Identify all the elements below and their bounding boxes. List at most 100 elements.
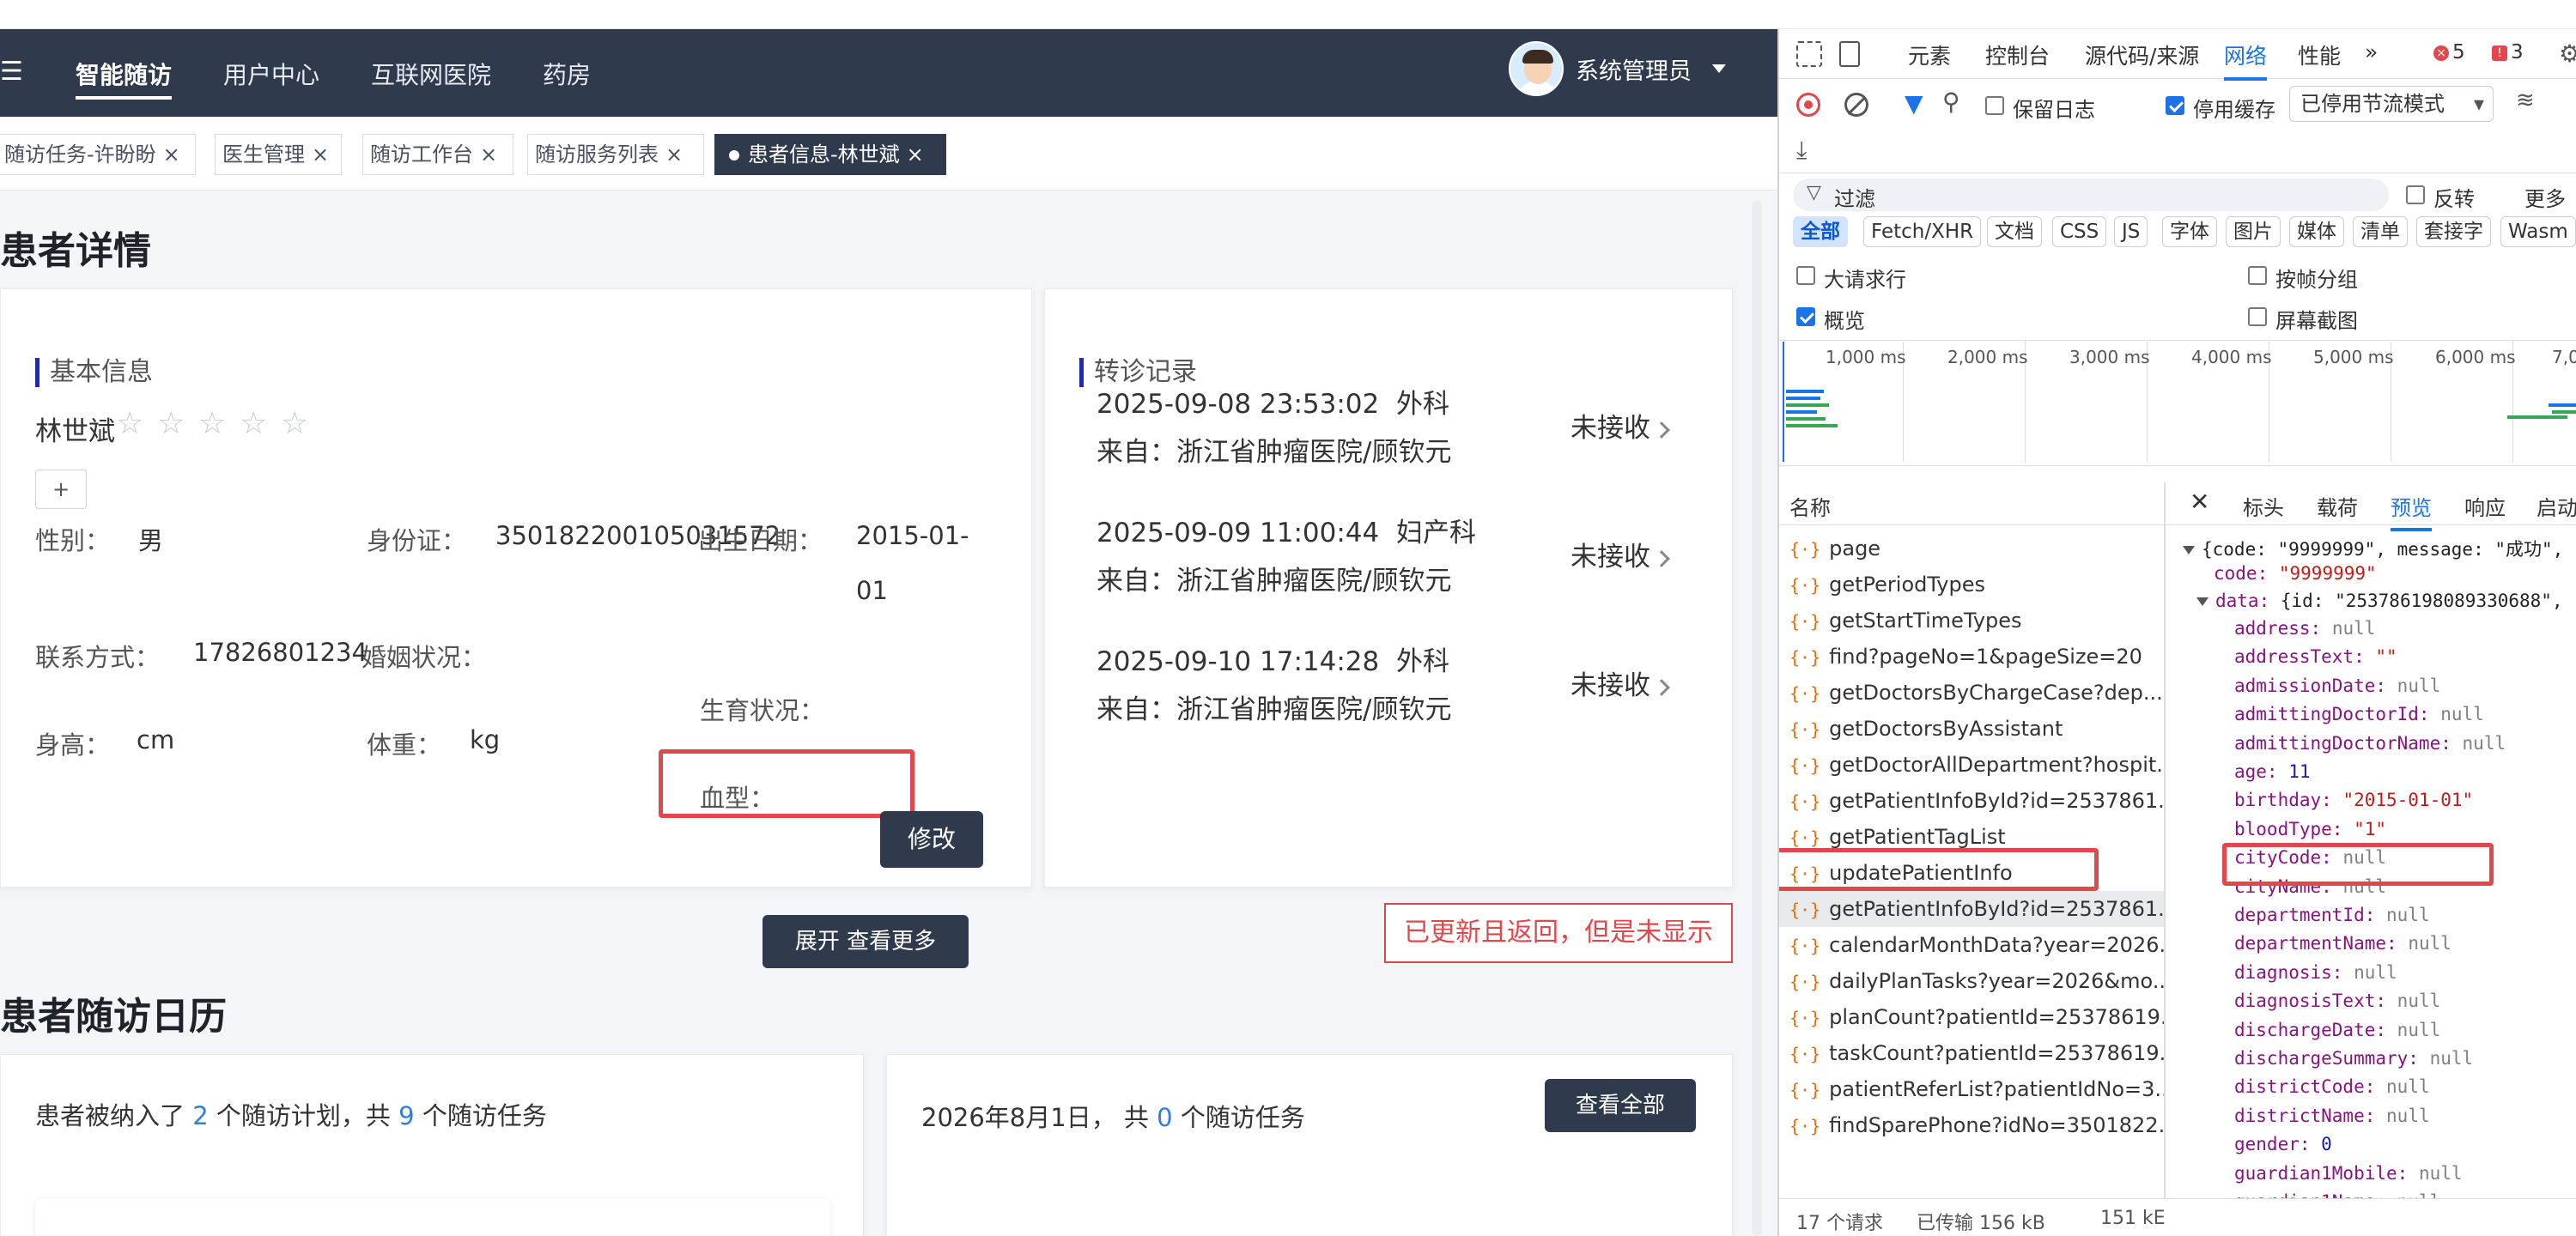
- close-icon[interactable]: ×: [312, 142, 329, 167]
- plan-count[interactable]: 2: [192, 1101, 208, 1130]
- invert-checkbox[interactable]: [2406, 185, 2425, 204]
- view-all-button[interactable]: 查看全部: [1545, 1079, 1696, 1132]
- devtools-tab-elements[interactable]: 元素: [1908, 39, 1951, 70]
- request-row[interactable]: {·} find?pageNo=1&pageSize=20: [1779, 639, 2164, 675]
- transfer-record[interactable]: 2025-09-08 23:53:02 外科 来自：浙江省肿瘤医院/顾钦元: [1097, 380, 1451, 476]
- detail-tab-payload[interactable]: 载荷: [2317, 491, 2358, 521]
- request-row[interactable]: {·} findSparePhone?idNo=3501822...: [1779, 1107, 2164, 1143]
- scrollbar[interactable]: [1752, 201, 1762, 1236]
- json-field-line: address: null: [2234, 618, 2375, 639]
- request-row[interactable]: {·} patientReferList?patientIdNo=3...: [1779, 1071, 2164, 1107]
- star-icon[interactable]: ☆: [116, 406, 143, 441]
- nav-item-user-center[interactable]: 用户中心: [223, 57, 319, 100]
- filter-funnel-icon[interactable]: ▼: [1905, 89, 1923, 118]
- request-row[interactable]: {·} dailyPlanTasks?year=2026&mo...: [1779, 963, 2164, 999]
- name-column-header[interactable]: 名称: [1789, 491, 1831, 521]
- user-menu[interactable]: 系统管理员: [1509, 41, 1726, 96]
- json-root-line[interactable]: {code: "9999999", message: "成功",: [2183, 536, 2563, 561]
- task-count[interactable]: 9: [398, 1101, 414, 1130]
- transfer-status[interactable]: 未接收: [1571, 663, 1670, 702]
- chip-wasm[interactable]: Wasm: [2500, 216, 2576, 247]
- star-icon[interactable]: ☆: [198, 406, 226, 441]
- close-icon[interactable]: ×: [907, 142, 924, 167]
- chip-font[interactable]: 字体: [2162, 216, 2217, 247]
- chip-img[interactable]: 图片: [2226, 216, 2281, 247]
- request-row[interactable]: {·} taskCount?patientId=25378619...: [1779, 1035, 2164, 1071]
- timeline-tick: 6,000 ms: [2435, 347, 2516, 367]
- request-row[interactable]: {·} getDoctorsByAssistant: [1779, 711, 2164, 747]
- request-row[interactable]: {·} getDoctorAllDepartment?hospit...: [1779, 747, 2164, 783]
- chip-manifest[interactable]: 清单: [2353, 216, 2408, 247]
- screenshots-checkbox[interactable]: [2248, 307, 2267, 326]
- chip-fetch-xhr[interactable]: Fetch/XHR: [1863, 216, 1982, 247]
- request-row[interactable]: {·} getPatientInfoById?id=2537861...: [1779, 783, 2164, 819]
- transfer-status[interactable]: 未接收: [1571, 406, 1670, 445]
- devtools-tab-performance[interactable]: 性能: [2298, 39, 2341, 70]
- expand-more-button[interactable]: 展开 查看更多: [762, 915, 969, 968]
- device-toolbar-icon[interactable]: [1839, 41, 1860, 67]
- close-icon[interactable]: ×: [480, 142, 497, 167]
- error-count[interactable]: × 5: [2433, 41, 2465, 64]
- add-tag-button[interactable]: +: [35, 470, 87, 509]
- edit-button[interactable]: 修改: [880, 811, 983, 868]
- detail-tab-response[interactable]: 响应: [2464, 491, 2506, 521]
- transfer-record[interactable]: 2025-09-09 11:00:44 妇产科 来自：浙江省肿瘤医院/顾钦元: [1097, 509, 1476, 605]
- request-row[interactable]: {·} getStartTimeTypes: [1779, 603, 2164, 639]
- chip-all[interactable]: 全部: [1793, 216, 1848, 247]
- throttle-select[interactable]: 已停用节流模式 ▾: [2289, 86, 2494, 122]
- transfer-record[interactable]: 2025-09-10 17:14:28 外科 来自：浙江省肿瘤医院/顾钦元: [1097, 638, 1451, 734]
- tab-followup-task[interactable]: 随访任务-许盼盼 ×: [0, 134, 196, 175]
- group-by-frame-checkbox[interactable]: [2248, 266, 2267, 285]
- expand-triangle-icon[interactable]: [2196, 597, 2208, 606]
- preserve-log-checkbox[interactable]: [1985, 96, 2004, 115]
- tab-followup-service-list[interactable]: 随访服务列表 ×: [527, 134, 704, 175]
- nav-item-internet-hospital[interactable]: 互联网医院: [371, 57, 491, 100]
- nav-item-smart-followup[interactable]: 智能随访: [76, 57, 173, 100]
- detail-tab-initiator[interactable]: 启动: [2537, 491, 2576, 521]
- inspect-element-icon[interactable]: [1796, 41, 1822, 67]
- settings-gear-icon[interactable]: ⚙: [2559, 39, 2576, 68]
- tab-doctor-management[interactable]: 医生管理 ×: [215, 134, 342, 175]
- search-icon[interactable]: ⚲: [1942, 88, 1960, 116]
- nav-item-pharmacy[interactable]: 药房: [543, 57, 591, 100]
- big-rows-checkbox[interactable]: [1796, 266, 1815, 285]
- disable-cache-checkbox[interactable]: [2166, 96, 2184, 115]
- menu-collapse-icon[interactable]: ☰: [0, 57, 23, 87]
- request-row[interactable]: {·} page: [1779, 530, 2164, 566]
- chip-socket[interactable]: 套接字: [2416, 216, 2491, 247]
- close-icon[interactable]: ✕: [2190, 488, 2209, 516]
- more-tabs-icon[interactable]: »: [2365, 39, 2378, 64]
- close-icon[interactable]: ×: [163, 142, 180, 167]
- tab-followup-workbench[interactable]: 随访工作台 ×: [362, 134, 513, 175]
- transfer-status[interactable]: 未接收: [1571, 535, 1670, 573]
- expand-triangle-icon[interactable]: [2183, 546, 2195, 554]
- chip-js[interactable]: JS: [2114, 216, 2148, 247]
- request-row[interactable]: {·} getDoctorsByChargeCase?dep...: [1779, 675, 2164, 711]
- request-row[interactable]: {·} getPeriodTypes: [1779, 566, 2164, 603]
- request-row[interactable]: {·} calendarMonthData?year=2026...: [1779, 927, 2164, 963]
- download-icon[interactable]: ⤓: [1796, 136, 1807, 165]
- star-icon[interactable]: ☆: [281, 406, 308, 441]
- network-conditions-icon[interactable]: ≋: [2516, 88, 2535, 113]
- star-icon[interactable]: ☆: [157, 406, 185, 441]
- devtools-tab-sources[interactable]: 源代码/来源: [2085, 39, 2199, 70]
- chip-media[interactable]: 媒体: [2289, 216, 2344, 247]
- chip-css[interactable]: CSS: [2052, 216, 2107, 247]
- record-icon[interactable]: [1796, 93, 1820, 117]
- star-icon[interactable]: ☆: [240, 406, 267, 441]
- devtools-tab-network[interactable]: 网络: [2224, 39, 2268, 81]
- filter-input[interactable]: ▽ 过滤: [1793, 179, 2389, 211]
- json-field-line: gender: 0: [2234, 1134, 2332, 1154]
- devtools-tab-console[interactable]: 控制台: [1985, 39, 2050, 70]
- detail-tab-headers[interactable]: 标头: [2243, 491, 2284, 521]
- detail-tab-preview[interactable]: 预览: [2391, 491, 2432, 531]
- warning-count[interactable]: ! 3: [2492, 41, 2524, 64]
- chip-doc[interactable]: 文档: [1987, 216, 2042, 247]
- tab-patient-info[interactable]: 患者信息-林世斌 ×: [714, 134, 946, 175]
- overview-checkbox[interactable]: [1796, 307, 1815, 326]
- clear-icon[interactable]: [1844, 93, 1868, 117]
- close-icon[interactable]: ×: [665, 142, 683, 167]
- request-row[interactable]: {·} planCount?patientId=25378619...: [1779, 999, 2164, 1035]
- json-data-line[interactable]: data: {id: "253786198089330688",: [2196, 591, 2563, 611]
- request-row[interactable]: {·} getPatientInfoById?id=2537861...: [1779, 891, 2164, 927]
